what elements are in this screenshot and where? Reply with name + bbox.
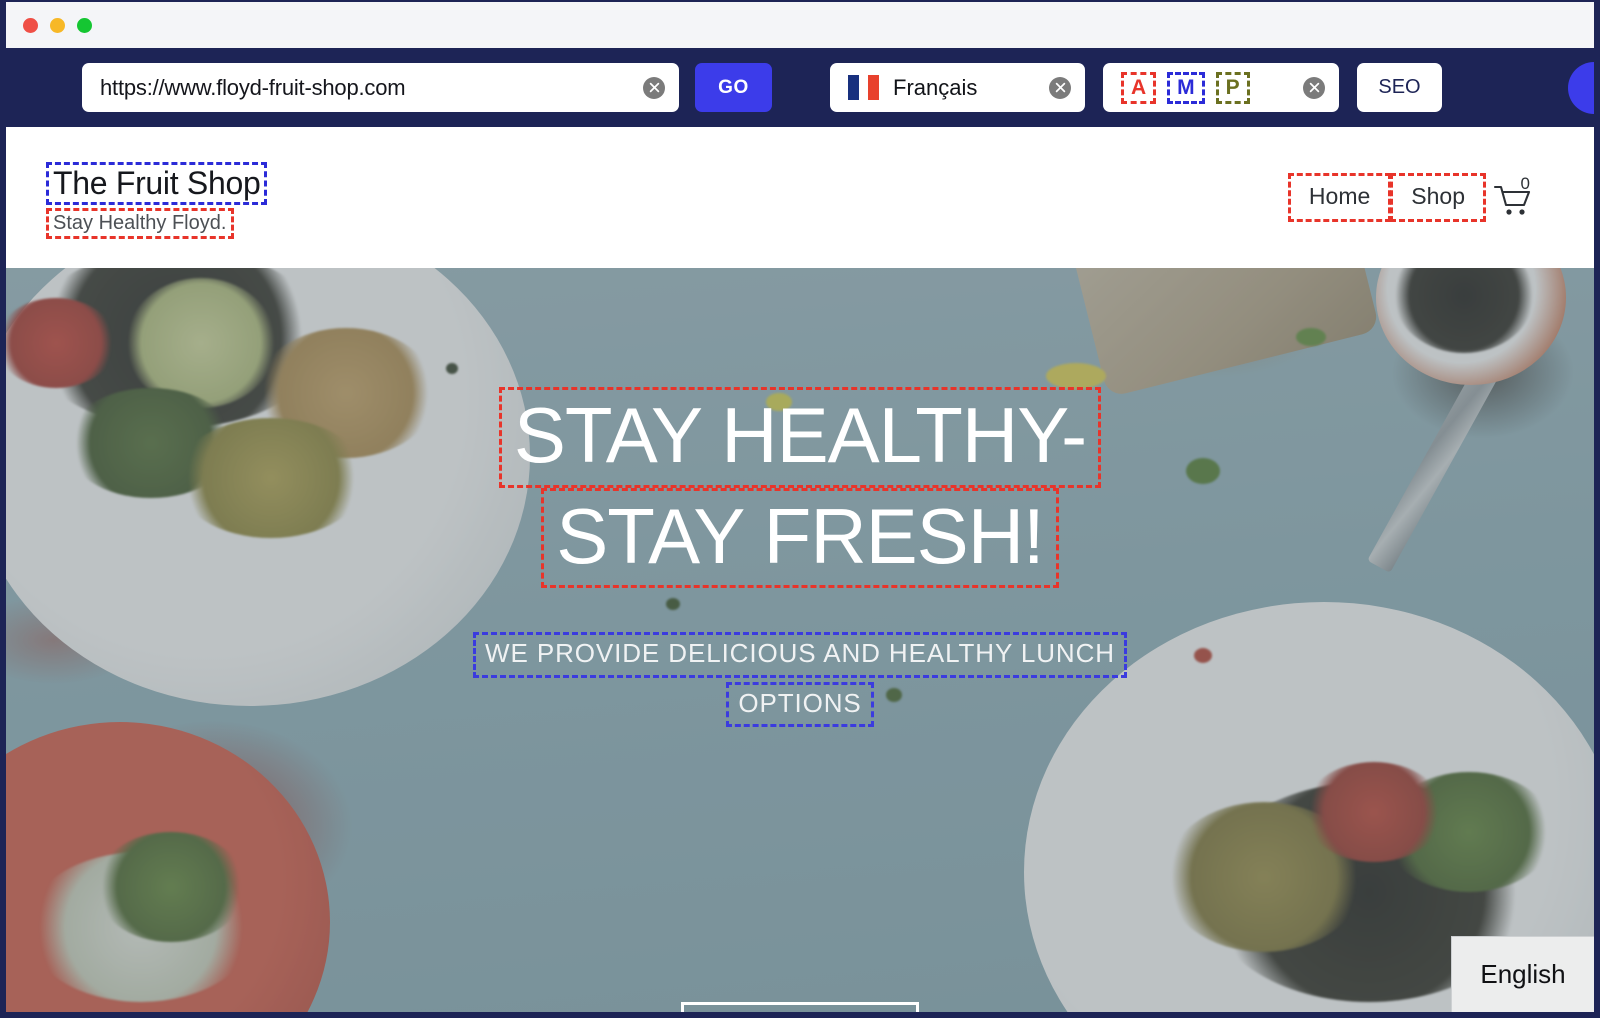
french-flag-icon xyxy=(848,75,879,100)
hero-cta-button[interactable] xyxy=(681,1002,919,1012)
go-button[interactable]: GO xyxy=(695,63,772,112)
hero-subtitle: WE PROVIDE DELICIOUS AND HEALTHY LUNCH O… xyxy=(473,632,1127,727)
hero-headline-line-1: STAY HEALTHY- xyxy=(498,387,1102,488)
hero-subtitle-line-2: OPTIONS xyxy=(726,681,874,727)
minimize-window-button[interactable] xyxy=(50,17,65,33)
seo-button[interactable]: SEO xyxy=(1357,63,1442,112)
brand[interactable]: The Fruit Shop Stay Healthy Floyd. xyxy=(46,156,268,240)
language-select-value: Français xyxy=(893,74,978,100)
site-nav: Home Shop 0 xyxy=(1287,173,1556,222)
url-input-value: https://www.floyd-fruit-shop.com xyxy=(100,74,406,100)
language-clear-icon[interactable] xyxy=(1049,76,1071,99)
browser-window: https://www.floyd-fruit-shop.com GO Fran… xyxy=(0,0,1600,1018)
nav-item-home[interactable]: Home xyxy=(1287,173,1392,222)
amp-logo: A M P xyxy=(1121,71,1250,104)
language-select[interactable]: Français xyxy=(830,63,1085,112)
hero-headline-line-2: STAY FRESH! xyxy=(541,487,1059,589)
hero-subtitle-line-1: WE PROVIDE DELICIOUS AND HEALTHY LUNCH xyxy=(473,632,1127,678)
browser-toolbar: https://www.floyd-fruit-shop.com GO Fran… xyxy=(6,48,1594,127)
amp-clear-icon[interactable] xyxy=(1303,76,1325,99)
cart-count-badge: 0 xyxy=(1520,174,1530,194)
window-titlebar xyxy=(6,2,1594,48)
brand-title: The Fruit Shop xyxy=(46,161,268,206)
page-viewport: The Fruit Shop Stay Healthy Floyd. Home … xyxy=(6,127,1594,1012)
amp-field[interactable]: A M P xyxy=(1103,63,1339,112)
site-header: The Fruit Shop Stay Healthy Floyd. Home … xyxy=(6,127,1594,268)
url-input[interactable]: https://www.floyd-fruit-shop.com xyxy=(82,63,679,112)
close-window-button[interactable] xyxy=(23,17,38,33)
maximize-window-button[interactable] xyxy=(77,17,92,33)
cart-button[interactable]: 0 xyxy=(1490,174,1536,218)
language-widget[interactable]: English xyxy=(1451,936,1594,1012)
hero-section: STAY HEALTHY- STAY FRESH! WE PROVIDE DEL… xyxy=(6,268,1594,1012)
amp-letter-a: A xyxy=(1121,71,1157,104)
amp-letter-p: P xyxy=(1215,71,1250,104)
url-clear-icon[interactable] xyxy=(643,76,665,99)
nav-item-shop[interactable]: Shop xyxy=(1390,173,1486,222)
toolbar-overflow-indicator[interactable] xyxy=(1568,61,1594,114)
amp-letter-m: M xyxy=(1167,71,1205,104)
hero-content: STAY HEALTHY- STAY FRESH! WE PROVIDE DEL… xyxy=(6,268,1594,1012)
brand-tagline: Stay Healthy Floyd. xyxy=(46,208,235,240)
